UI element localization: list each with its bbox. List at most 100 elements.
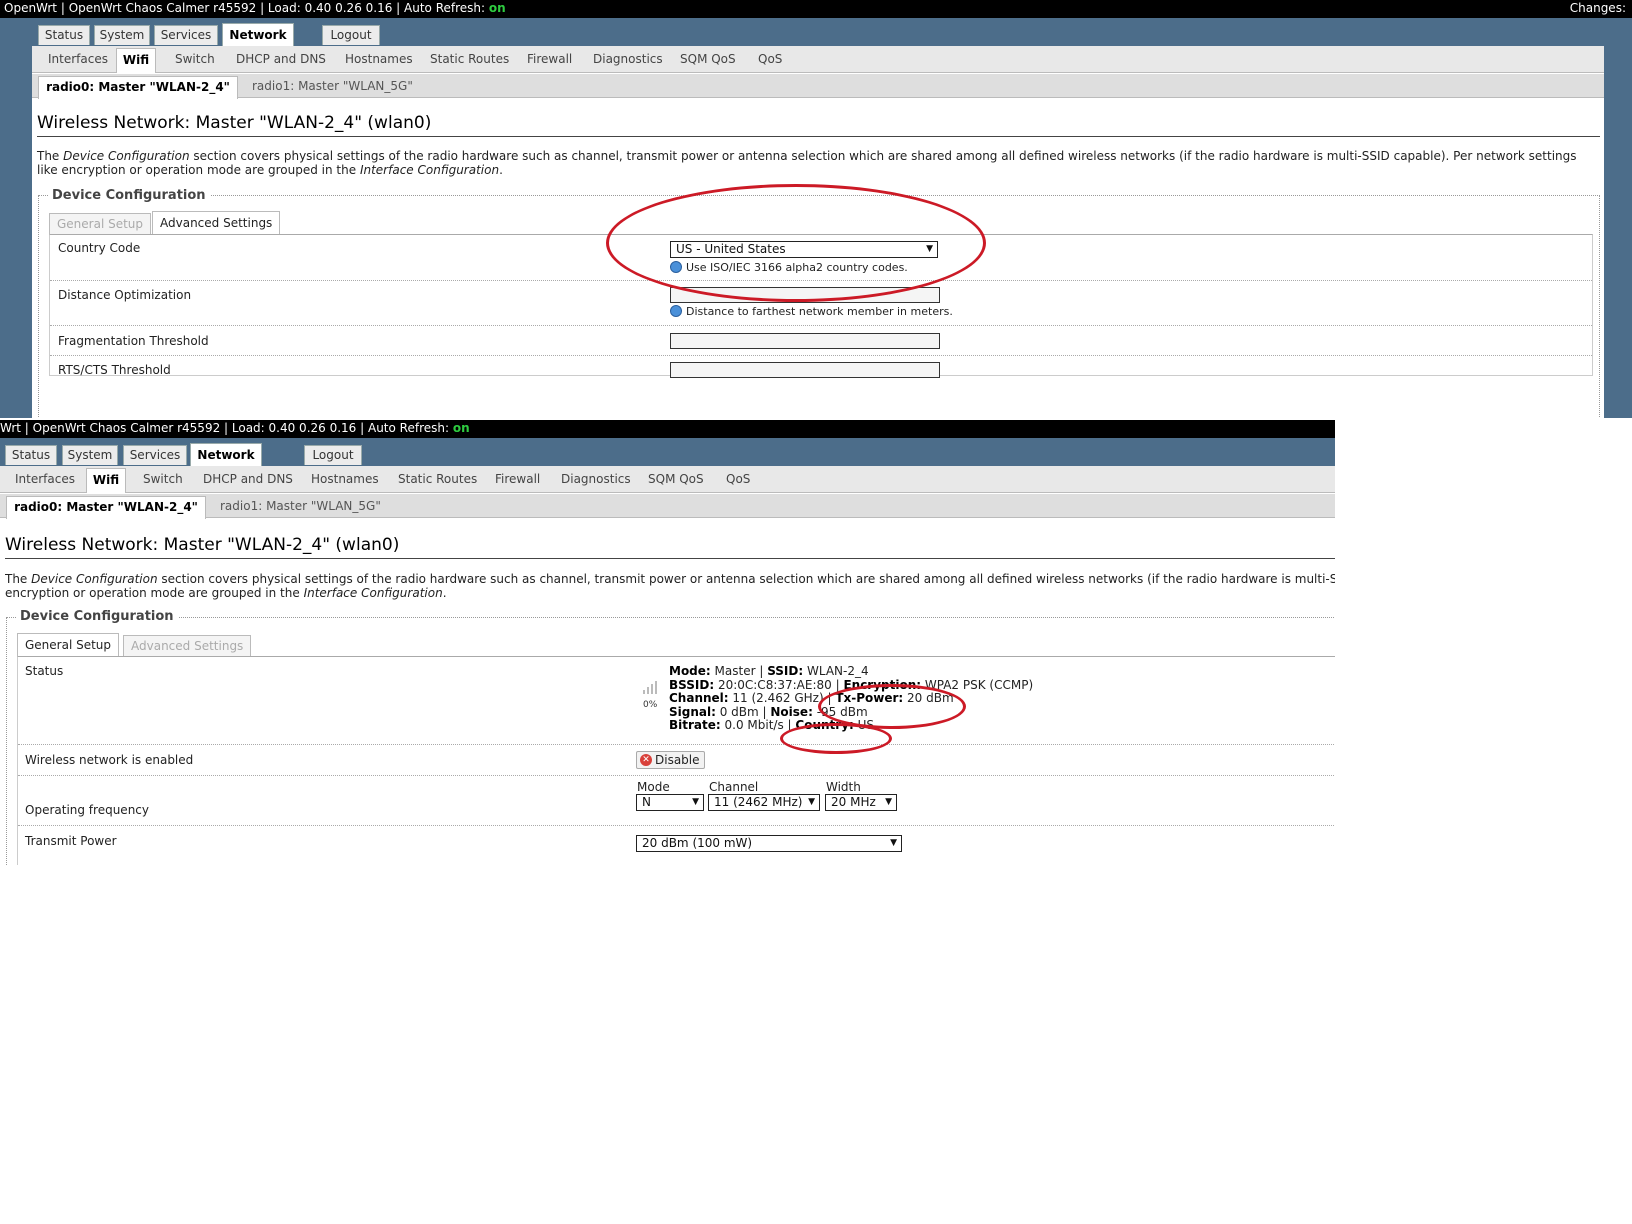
page-title: Wireless Network: Master "WLAN-2_4" (wla…	[5, 535, 400, 555]
radio-tab-1[interactable]: radio1: Master "WLAN_5G"	[220, 494, 381, 518]
config-tab-advanced[interactable]: Advanced Settings	[123, 635, 252, 657]
bitrate-key: Bitrate:	[669, 718, 721, 732]
subtab-firewall[interactable]: Firewall	[495, 466, 540, 492]
distance-help: Distance to farthest network member in m…	[670, 305, 953, 318]
wireless-enabled-label: Wireless network is enabled	[25, 753, 194, 767]
freq-mode-value: N	[642, 795, 651, 809]
subtab-interfaces[interactable]: Interfaces	[48, 46, 108, 72]
radio-tab-1[interactable]: radio1: Master "WLAN_5G"	[252, 74, 413, 98]
subtab-diagnostics[interactable]: Diagnostics	[593, 46, 663, 72]
signal-percent: 0%	[643, 700, 658, 710]
disable-button[interactable]: ✕ Disable	[636, 751, 705, 769]
bitrate-value: 0.0 Mbit/s |	[720, 718, 796, 732]
rts-cts-input[interactable]	[670, 362, 940, 378]
dropdown-arrow-icon: ▼	[890, 838, 897, 848]
sub-nav: Interfaces Wifi Switch DHCP and DNS Host…	[32, 46, 1604, 73]
subtab-qos[interactable]: QoS	[726, 466, 750, 492]
auto-refresh-state[interactable]: on	[453, 421, 470, 435]
radio-tab-0[interactable]: radio0: Master "WLAN-2_4"	[6, 496, 206, 519]
freq-mode-select[interactable]: N ▼	[636, 794, 704, 811]
desc-emphasis: Device Configuration	[31, 572, 158, 586]
transmit-power-select[interactable]: 20 dBm (100 mW) ▼	[636, 835, 902, 852]
top-status-bar: Wrt | OpenWrt Chaos Calmer r45592 | Load…	[0, 420, 1335, 438]
tab-status[interactable]: Status	[38, 25, 90, 45]
status-line-1: Mode: Master | SSID: WLAN-2_4	[669, 664, 1033, 679]
help-text: Distance to farthest network member in m…	[686, 305, 953, 318]
status-label: Status	[25, 664, 64, 678]
fieldset-legend: Device Configuration	[48, 188, 210, 203]
desc-text: encryption or operation mode are grouped…	[5, 586, 304, 600]
tab-status[interactable]: Status	[5, 445, 57, 465]
auto-refresh-state[interactable]: on	[489, 1, 506, 15]
bssid-key: BSSID:	[669, 677, 715, 692]
fieldset-legend: Device Configuration	[16, 609, 178, 624]
subtab-hostnames[interactable]: Hostnames	[345, 46, 413, 72]
status-line: OpenWrt | OpenWrt Chaos Calmer r45592 | …	[4, 0, 506, 17]
tab-network[interactable]: Network	[222, 23, 294, 47]
subtab-interfaces[interactable]: Interfaces	[15, 466, 75, 492]
subtab-hostnames[interactable]: Hostnames	[311, 466, 379, 492]
row-operating-frequency: Operating frequency Mode Channel Width N…	[18, 776, 1335, 826]
row-status: Status 0% Mode: Master | SSID: WLAN-2_4 …	[18, 657, 1335, 745]
row-fragmentation: Fragmentation Threshold	[50, 326, 1592, 356]
page-title: Wireless Network: Master "WLAN-2_4" (wla…	[37, 113, 432, 133]
subtab-diagnostics[interactable]: Diagnostics	[561, 466, 631, 492]
subtab-wifi[interactable]: Wifi	[116, 48, 156, 73]
signal-icon	[643, 681, 657, 694]
tab-network[interactable]: Network	[190, 443, 262, 467]
desc-line-1: The Device Configuration section covers …	[5, 572, 1335, 586]
subtab-firewall[interactable]: Firewall	[527, 46, 572, 72]
desc-text: .	[499, 163, 503, 177]
disable-icon: ✕	[640, 754, 652, 766]
freq-mode-label: Mode	[637, 780, 670, 794]
subtab-wifi[interactable]: Wifi	[86, 468, 126, 493]
tab-system[interactable]: System	[94, 25, 150, 45]
config-tab-general[interactable]: General Setup	[17, 633, 120, 657]
tab-system[interactable]: System	[62, 445, 118, 465]
country-code-label: Country Code	[58, 241, 141, 255]
tab-logout[interactable]: Logout	[304, 445, 362, 465]
tab-services[interactable]: Services	[123, 445, 187, 465]
freq-width-select[interactable]: 20 MHz ▼	[825, 794, 897, 811]
mode-value: Master |	[710, 664, 768, 678]
fragmentation-label: Fragmentation Threshold	[58, 334, 209, 348]
subtab-switch[interactable]: Switch	[175, 46, 215, 72]
config-tab-general[interactable]: General Setup	[49, 213, 152, 235]
subtab-static-routes[interactable]: Static Routes	[430, 46, 509, 72]
noise-key: Noise:	[770, 704, 813, 719]
desc-emphasis: Interface Configuration	[359, 163, 500, 177]
subtab-qos[interactable]: QoS	[758, 46, 782, 72]
fragmentation-input[interactable]	[670, 333, 940, 349]
dropdown-arrow-icon: ▼	[885, 797, 892, 807]
tab-logout[interactable]: Logout	[322, 25, 380, 45]
radio-tab-0[interactable]: radio0: Master "WLAN-2_4"	[38, 76, 238, 99]
status-text: Wrt | OpenWrt Chaos Calmer r45592 | Load…	[0, 421, 453, 435]
screenshot-advanced-settings: OpenWrt | OpenWrt Chaos Calmer r45592 | …	[0, 0, 1632, 418]
signal-key: Signal:	[669, 704, 716, 719]
subtab-dhcp-dns[interactable]: DHCP and DNS	[236, 46, 326, 72]
subtab-static-routes[interactable]: Static Routes	[398, 466, 477, 492]
config-tab-advanced[interactable]: Advanced Settings	[152, 211, 281, 235]
freq-channel-select[interactable]: 11 (2462 MHz) ▼	[708, 794, 820, 811]
desc-emphasis: Interface Configuration	[303, 586, 443, 600]
desc-text: The	[37, 149, 64, 163]
subtab-sqm-qos[interactable]: SQM QoS	[680, 46, 736, 72]
mode-key: Mode:	[669, 664, 711, 678]
changes-link[interactable]: Changes:	[1570, 0, 1626, 17]
right-gutter	[1604, 46, 1632, 418]
tab-services[interactable]: Services	[154, 25, 218, 45]
row-wireless-enabled: Wireless network is enabled ✕ Disable	[18, 745, 1335, 776]
transmit-power-value: 20 dBm (100 mW)	[642, 836, 753, 850]
main-nav: Status System Services Network Logout	[0, 438, 1335, 467]
subtab-sqm-qos[interactable]: SQM QoS	[648, 466, 704, 492]
freq-channel-label: Channel	[709, 780, 759, 794]
subtab-dhcp-dns[interactable]: DHCP and DNS	[203, 466, 293, 492]
main-content: Wireless Network: Master "WLAN-2_4" (wla…	[0, 519, 1335, 865]
info-icon	[670, 305, 682, 317]
row-transmit-power: Transmit Power 20 dBm (100 mW) ▼	[18, 826, 1335, 865]
subtab-switch[interactable]: Switch	[143, 466, 183, 492]
left-gutter	[0, 46, 32, 418]
radio-nav: radio0: Master "WLAN-2_4" radio1: Master…	[0, 494, 1335, 519]
ssid-value: WLAN-2_4	[803, 664, 869, 678]
section-description: The Device Configuration section covers …	[37, 149, 1597, 177]
